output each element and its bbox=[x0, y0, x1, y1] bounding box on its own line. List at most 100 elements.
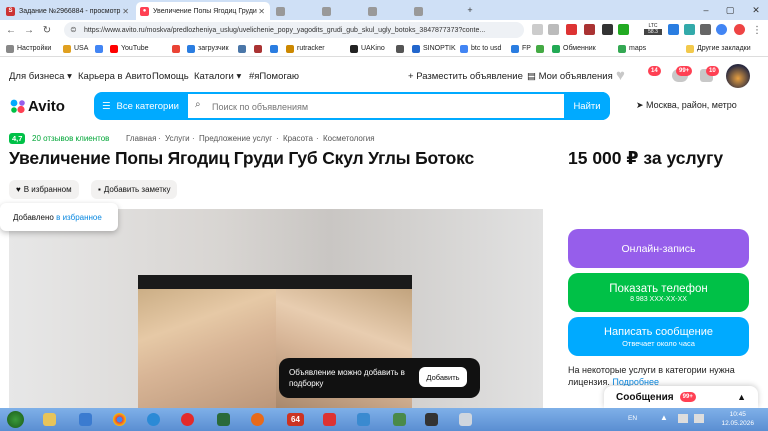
link-i-help[interactable]: #яПомогаю bbox=[249, 71, 299, 82]
app-icon[interactable] bbox=[386, 410, 413, 429]
extension-icon[interactable] bbox=[584, 24, 595, 35]
monitor-icon[interactable] bbox=[210, 410, 237, 429]
bookmark-star-icon[interactable] bbox=[548, 24, 559, 35]
bookmark-item[interactable]: Настройки bbox=[6, 43, 51, 54]
cart-badge: 10 bbox=[706, 66, 719, 76]
chrome-icon[interactable] bbox=[106, 410, 133, 429]
bookmark-item[interactable] bbox=[254, 43, 265, 54]
link-for-business[interactable]: Для бизнеса ▾ bbox=[9, 71, 72, 82]
browser-icon[interactable] bbox=[140, 410, 167, 429]
tray-arrow-icon[interactable]: ▲ bbox=[660, 413, 668, 422]
bookmark-item[interactable]: FP bbox=[511, 43, 531, 54]
tab-title: Задание №2966884 - просмотр bbox=[19, 7, 121, 15]
update-icon[interactable] bbox=[734, 24, 745, 35]
bookmark-item[interactable]: SINOPTIK bbox=[412, 43, 456, 54]
new-tab-icon[interactable]: + bbox=[458, 0, 482, 20]
translate-icon[interactable] bbox=[532, 24, 543, 35]
bookmark-item[interactable] bbox=[270, 43, 281, 54]
all-categories-button[interactable]: ☰ Все категории bbox=[94, 92, 186, 120]
system-clock[interactable]: 10:45 12.05.2026 bbox=[721, 410, 754, 428]
extension-icon[interactable] bbox=[668, 24, 679, 35]
explorer-icon[interactable] bbox=[36, 410, 63, 429]
my-ads-link[interactable]: ▤ Мои объявления bbox=[527, 71, 613, 82]
bookmark-item[interactable]: USA bbox=[63, 43, 88, 54]
folder-icon bbox=[63, 44, 71, 53]
online-booking-button[interactable]: Онлайн-запись bbox=[568, 229, 749, 268]
bookmark-item[interactable]: rutracker bbox=[286, 43, 325, 54]
tab-task[interactable]: S Задание №2966884 - просмотр ✕ bbox=[2, 2, 134, 20]
location-selector[interactable]: ➤ Москва, район, метро bbox=[636, 100, 737, 111]
volume-icon[interactable] bbox=[694, 414, 704, 423]
profile-icon[interactable] bbox=[716, 24, 727, 35]
app-w-icon[interactable] bbox=[72, 410, 99, 429]
favorites-heart-icon[interactable]: ♥ bbox=[616, 67, 625, 84]
start-button[interactable] bbox=[2, 410, 28, 429]
bookmark-item[interactable]: btc to usd bbox=[460, 43, 501, 54]
tab-item[interactable] bbox=[272, 2, 316, 20]
add-note-button[interactable]: ▪ Добавить заметку bbox=[91, 180, 178, 199]
write-message-button[interactable]: Написать сообщение Отвечает около часа bbox=[568, 317, 749, 356]
favorites-link[interactable]: в избранное bbox=[56, 213, 102, 222]
breadcrumb-services[interactable]: Услуги bbox=[165, 134, 190, 143]
reload-icon[interactable]: ↻ bbox=[40, 23, 54, 37]
link-career[interactable]: Карьера в Авито bbox=[78, 71, 151, 82]
avito-logo[interactable]: Avito bbox=[9, 98, 65, 115]
bookmark-item[interactable] bbox=[95, 43, 106, 54]
bookmark-item[interactable]: загрузчик bbox=[187, 43, 229, 54]
network-icon[interactable] bbox=[678, 414, 688, 423]
extension-icon[interactable] bbox=[602, 24, 613, 35]
breadcrumb-home[interactable]: Главная bbox=[126, 134, 156, 143]
extension-icon[interactable] bbox=[566, 24, 577, 35]
app-icon[interactable] bbox=[316, 410, 343, 429]
search-input[interactable] bbox=[212, 98, 552, 116]
bookmark-item[interactable]: UAKino bbox=[350, 43, 385, 54]
bookmark-item[interactable] bbox=[238, 43, 249, 54]
language-indicator[interactable]: EN bbox=[628, 415, 637, 422]
bookmark-item[interactable] bbox=[396, 43, 407, 54]
listing-title: Увеличение Попы Ягодиц Груди Губ Скул Уг… bbox=[9, 148, 474, 168]
tab-avito[interactable]: ● Увеличение Попы Ягодиц Груди ✕ bbox=[136, 2, 270, 20]
browser-menu-icon[interactable]: ⋮ bbox=[750, 23, 764, 37]
maximize-icon[interactable]: ▢ bbox=[718, 0, 742, 20]
chevron-up-icon[interactable]: ▲ bbox=[737, 392, 746, 402]
breadcrumb-beauty[interactable]: Красота bbox=[283, 134, 313, 143]
app-icon[interactable] bbox=[452, 410, 479, 429]
app-icon[interactable] bbox=[418, 410, 445, 429]
breadcrumb-cosmetology[interactable]: Косметология bbox=[323, 134, 375, 143]
bookmark-item[interactable]: Обменник bbox=[552, 43, 596, 54]
show-phone-button[interactable]: Показать телефон 8 983 XXX-XX-XX bbox=[568, 273, 749, 312]
bookmark-item[interactable]: YouTube bbox=[110, 43, 149, 54]
bookmark-item[interactable] bbox=[172, 43, 183, 54]
tab-close-icon[interactable]: ✕ bbox=[258, 7, 265, 16]
add-to-collection-button[interactable]: Добавить bbox=[419, 367, 467, 387]
number-app-icon[interactable]: 64 bbox=[282, 410, 309, 429]
other-bookmarks[interactable]: Другие закладки bbox=[686, 43, 751, 54]
address-bar[interactable]: ⊜ https://www.avito.ru/moskva/predlozhen… bbox=[64, 22, 524, 38]
tab-close-icon[interactable]: ✕ bbox=[122, 7, 129, 16]
link-catalogs[interactable]: Каталоги ▾ bbox=[194, 71, 241, 82]
ltc-widget[interactable]: LTC 58.3 bbox=[644, 23, 662, 37]
avatar[interactable] bbox=[726, 64, 750, 88]
tab-item[interactable] bbox=[318, 2, 362, 20]
bookmark-item[interactable] bbox=[536, 43, 547, 54]
tab-item[interactable] bbox=[410, 2, 454, 20]
breadcrumb-service-offers[interactable]: Предложение услуг bbox=[199, 134, 272, 143]
tab-item[interactable] bbox=[364, 2, 408, 20]
post-ad-link[interactable]: + Разместить объявление bbox=[408, 71, 523, 82]
favorite-button[interactable]: ♥ В избранном bbox=[9, 180, 79, 199]
extensions-puzzle-icon[interactable] bbox=[700, 24, 711, 35]
bookmark-item[interactable]: maps bbox=[618, 43, 646, 54]
reviews-link[interactable]: 20 отзывов клиентов bbox=[32, 134, 109, 143]
back-icon[interactable]: ← bbox=[4, 23, 18, 37]
extension-icon[interactable] bbox=[684, 24, 695, 35]
close-window-icon[interactable]: ✕ bbox=[744, 0, 768, 20]
yandex-icon[interactable] bbox=[174, 410, 201, 429]
minimize-icon[interactable]: – bbox=[694, 0, 718, 20]
media-player-icon[interactable] bbox=[244, 410, 271, 429]
forward-icon[interactable]: → bbox=[22, 23, 36, 37]
messages-widget[interactable]: Сообщения 99+ ▲ bbox=[604, 386, 758, 408]
link-help[interactable]: Помощь bbox=[152, 71, 189, 82]
search-button[interactable]: Найти bbox=[564, 92, 610, 120]
extension-icon[interactable] bbox=[618, 24, 629, 35]
app-icon[interactable] bbox=[350, 410, 377, 429]
